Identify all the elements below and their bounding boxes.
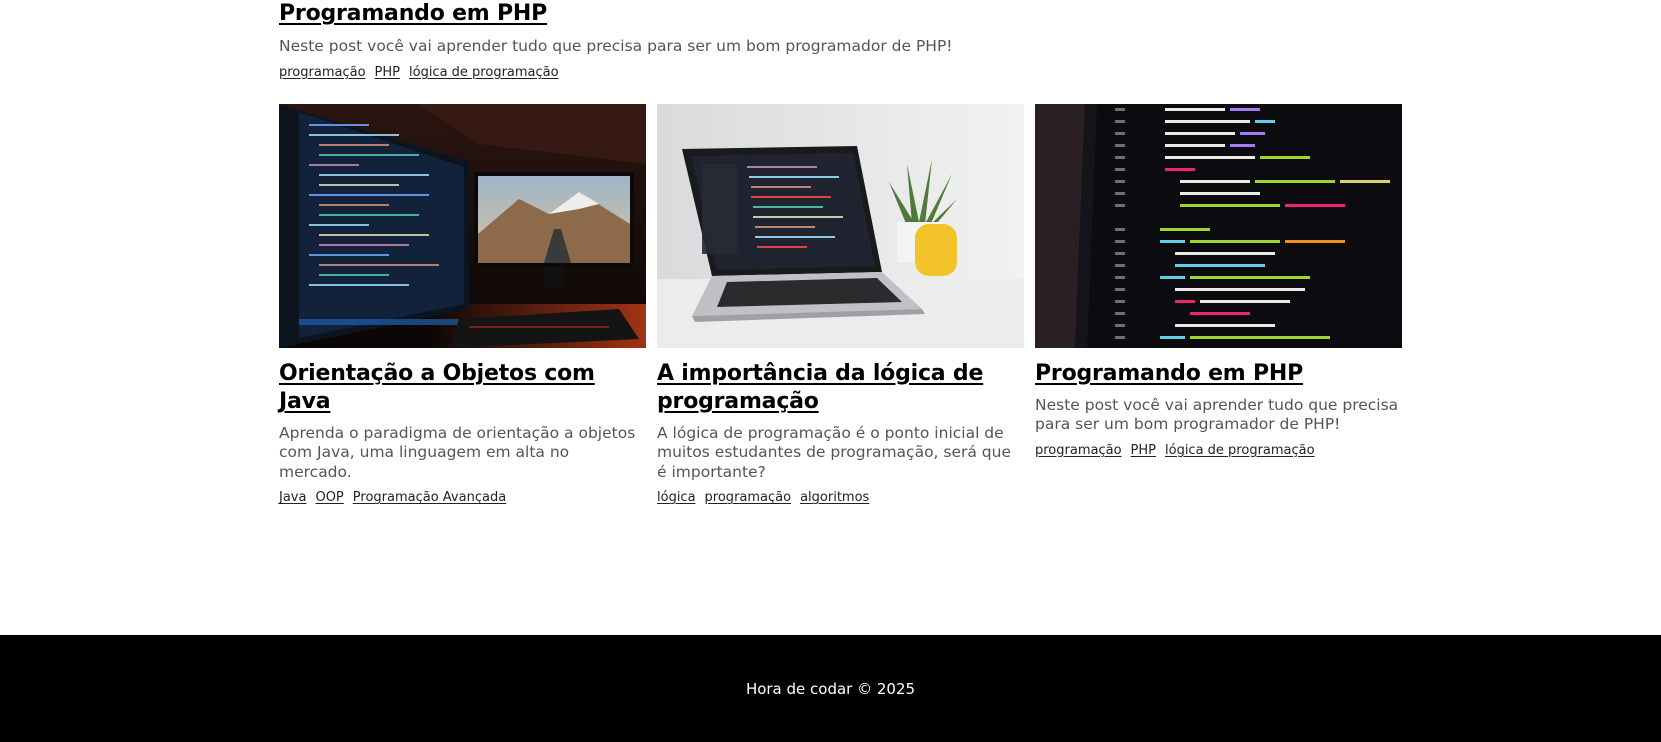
featured-post-description: Neste post você vai aprender tudo que pr… bbox=[279, 37, 953, 56]
post-card-logica: A importância da lógica de programação A… bbox=[657, 104, 1024, 505]
post-card-tags: lógica programação algoritmos bbox=[657, 490, 1024, 505]
featured-post-title[interactable]: Programando em PHP bbox=[279, 0, 1404, 27]
tag-link[interactable]: PHP bbox=[1131, 443, 1156, 458]
post-card-title[interactable]: A importância da lógica de programação bbox=[657, 360, 1024, 416]
tag-link[interactable]: programação bbox=[705, 490, 792, 505]
post-card-tags: programação PHP lógica de programação bbox=[1035, 443, 1402, 458]
post-card-description: Neste post você vai aprender tudo que pr… bbox=[1035, 396, 1399, 434]
site-footer: Hora de codar © 2025 bbox=[0, 635, 1661, 742]
post-thumbnail-code[interactable] bbox=[1035, 104, 1402, 348]
tag-link[interactable]: lógica de programação bbox=[1165, 443, 1315, 458]
post-card-description: A lógica de programação é o ponto inicia… bbox=[657, 424, 1012, 481]
tag-link[interactable]: lógica bbox=[657, 490, 696, 505]
tag-link[interactable]: algoritmos bbox=[800, 490, 869, 505]
post-card-java: Orientação a Objetos com Java Aprenda o … bbox=[279, 104, 646, 505]
post-thumbnail-laptop[interactable] bbox=[657, 104, 1024, 348]
post-card-title[interactable]: Orientação a Objetos com Java bbox=[279, 360, 646, 416]
post-card-php: Programando em PHP Neste post você vai a… bbox=[1035, 104, 1402, 505]
tag-link[interactable]: programação bbox=[279, 65, 366, 80]
post-card-title[interactable]: Programando em PHP bbox=[1035, 360, 1402, 388]
posts-grid: Orientação a Objetos com Java Aprenda o … bbox=[279, 104, 1404, 505]
tag-link[interactable]: Java bbox=[279, 490, 306, 505]
featured-post: Programando em PHP Neste post você vai a… bbox=[279, 0, 1404, 80]
tag-link[interactable]: Programação Avançada bbox=[353, 490, 506, 505]
post-card-tags: Java OOP Programação Avançada bbox=[279, 490, 646, 505]
footer-copyright: Hora de codar © 2025 bbox=[745, 679, 916, 698]
tag-link[interactable]: PHP bbox=[375, 65, 400, 80]
posts-container: Programando em PHP Neste post você vai a… bbox=[279, 0, 1404, 505]
post-card-description: Aprenda o paradigma de orientação a obje… bbox=[279, 424, 636, 481]
post-thumbnail-monitors[interactable] bbox=[279, 104, 646, 348]
featured-post-tags: programação PHP lógica de programação bbox=[279, 65, 1404, 80]
tag-link[interactable]: OOP bbox=[315, 490, 343, 505]
tag-link[interactable]: programação bbox=[1035, 443, 1122, 458]
tag-link[interactable]: lógica de programação bbox=[409, 65, 559, 80]
